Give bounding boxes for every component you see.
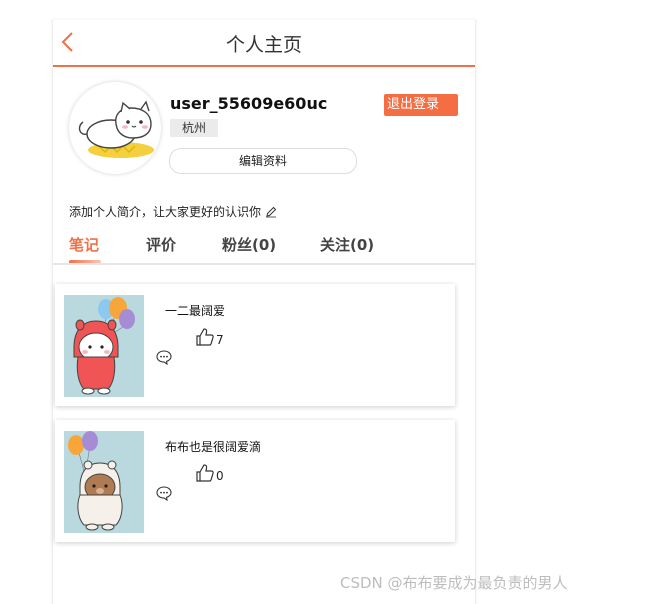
tabs-divider [53,263,475,265]
note-title[interactable]: 布布也是很阔爱滴 [165,438,261,455]
logout-button[interactable]: 退出登录 [384,94,458,116]
avatar[interactable] [69,82,161,174]
pencil-icon [266,206,277,217]
comment-bubble-icon [156,350,172,366]
like-button[interactable]: 7 [195,327,224,347]
comment-bubble-icon [156,486,172,502]
tab-reviews[interactable]: 评价 [146,234,176,255]
note-thumbnail[interactable] [64,295,144,397]
comment-button[interactable] [156,349,172,369]
red-hooded-bear-image [73,297,135,395]
cat-avatar-image [72,89,154,158]
like-count: 0 [216,469,224,483]
phone-screen: 个人主页 user_55609e60uc 杭州 退出登录 编辑资料 添加个人简介… [52,20,476,604]
thumbs-up-icon [196,464,214,482]
note-card[interactable]: 一二最阔爱 7 [55,284,455,406]
profile-tabs: 笔记 评价 粉丝(0) 关注(0) [53,230,475,265]
like-button[interactable]: 0 [195,463,224,483]
watermark: CSDN @布布要成为最负责的男人 [340,574,568,592]
bio-text: 添加个人简介，让大家更好的认识你 [69,205,262,219]
bio-prompt[interactable]: 添加个人简介，让大家更好的认识你 [69,203,277,220]
comment-button[interactable] [156,485,172,505]
thumbs-up-icon [196,328,214,346]
brown-bear-image [68,431,123,531]
top-header: 个人主页 [53,20,475,67]
note-thumbnail[interactable] [64,431,144,533]
page-title: 个人主页 [225,34,302,56]
note-card[interactable]: 布布也是很阔爱滴 0 [55,420,455,542]
like-count: 7 [216,333,224,347]
edit-profile-button[interactable]: 编辑资料 [169,148,357,174]
tab-following[interactable]: 关注(0) [320,234,374,255]
location-tag: 杭州 [170,119,218,137]
tab-followers[interactable]: 粉丝(0) [222,234,276,255]
tab-notes[interactable]: 笔记 [69,234,99,255]
note-title[interactable]: 一二最阔爱 [165,302,225,319]
username: user_55609e60uc [170,94,328,113]
